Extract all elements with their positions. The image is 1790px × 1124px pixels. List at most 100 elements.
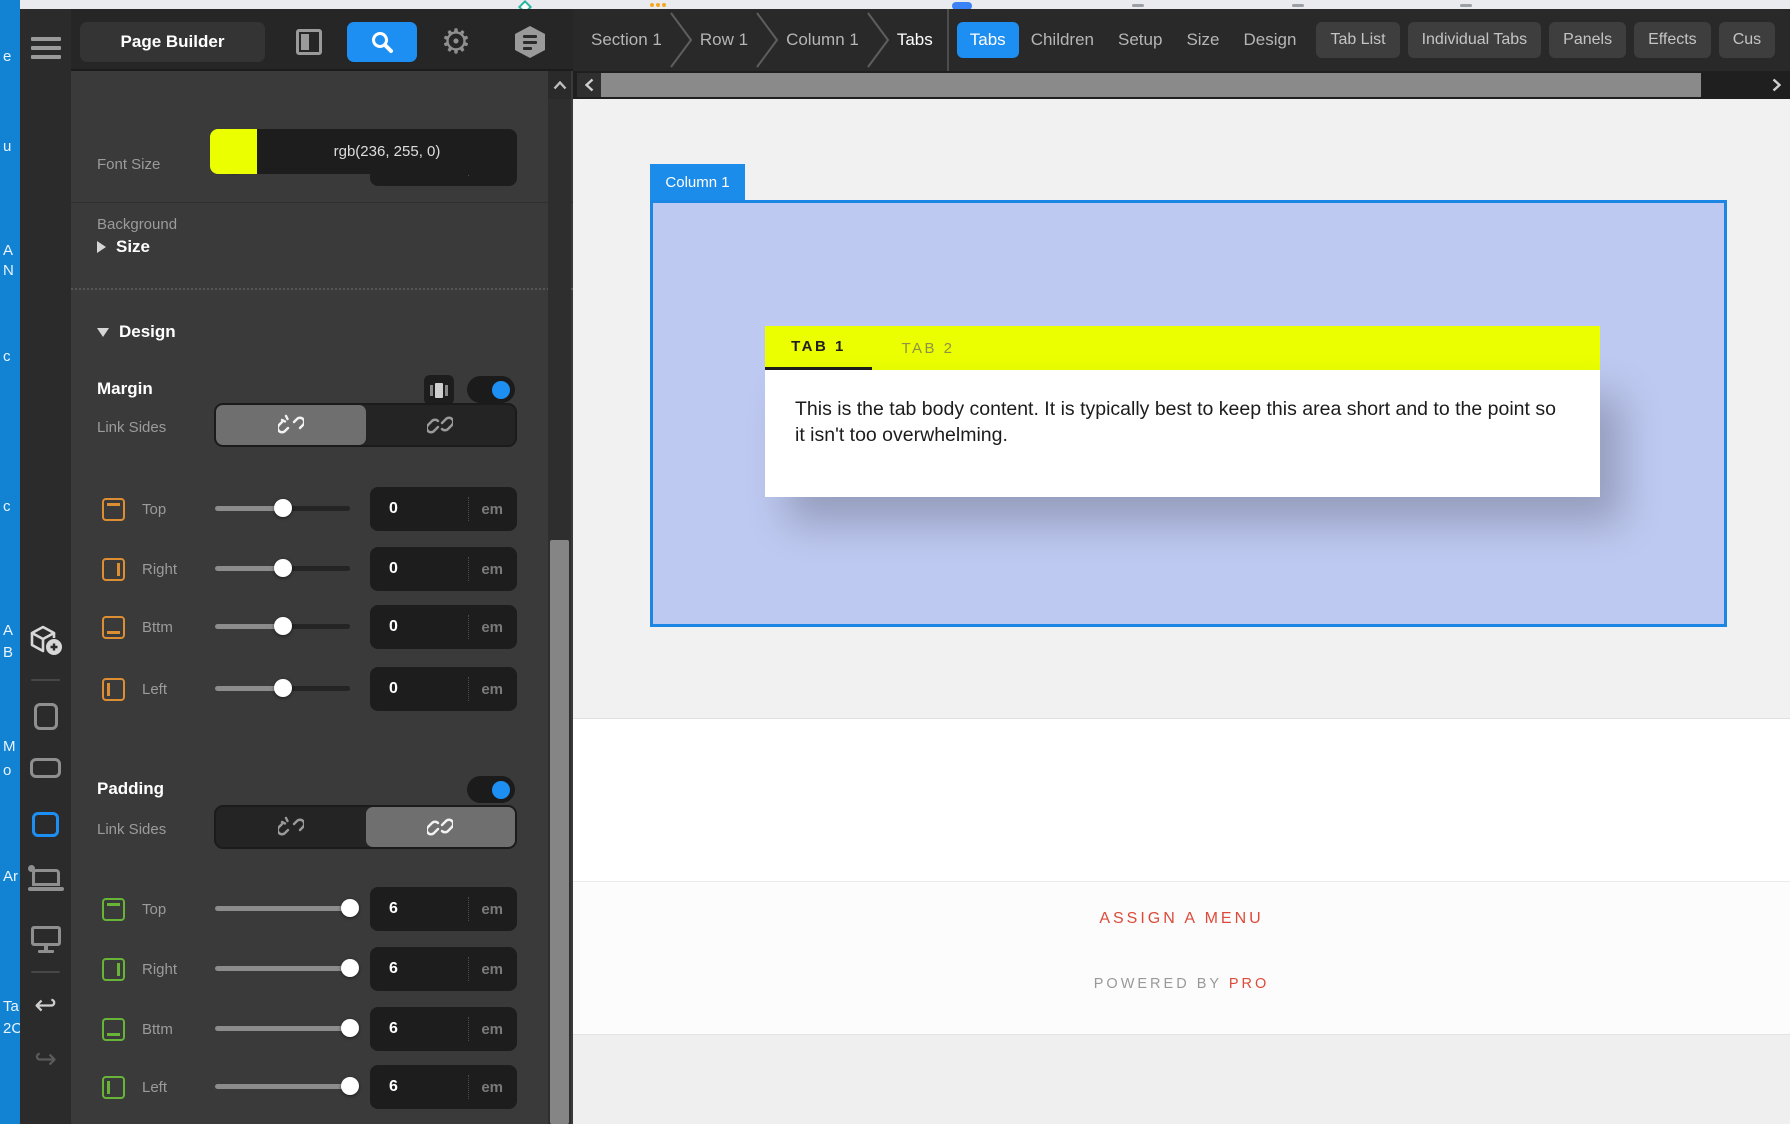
search-icon (372, 32, 393, 53)
tab-panels[interactable]: Panels (1549, 22, 1627, 58)
padding-right-value[interactable]: 6 (389, 960, 468, 978)
tabs-element-panel[interactable]: This is the tab body content. It is typi… (765, 370, 1600, 497)
settings-gear-icon[interactable]: ⚙ (433, 22, 479, 62)
canvas-horizontal-scrollbar[interactable] (573, 71, 1790, 99)
breadcrumb-tabs[interactable]: Tabs (897, 30, 933, 50)
padding-top-slider[interactable] (215, 899, 359, 917)
page-builder-button[interactable]: Page Builder (80, 22, 265, 62)
scroll-up-icon[interactable] (548, 71, 571, 99)
tab-design[interactable]: Design (1244, 30, 1297, 50)
breakpoint-tablet-icon[interactable] (20, 755, 71, 781)
tab-effects[interactable]: Effects (1634, 22, 1711, 58)
margin-bottom-value[interactable]: 0 (389, 618, 468, 636)
padding-top-unit[interactable]: em (481, 901, 503, 918)
builder-icon-sidebar: ↩ ↪ (20, 9, 71, 1124)
tab-size[interactable]: Size (1186, 30, 1219, 50)
tab-children[interactable]: Children (1031, 30, 1094, 50)
padding-bottom-value-box[interactable]: 6 em (370, 1007, 517, 1051)
tab-2[interactable]: TAB 2 (872, 326, 984, 370)
padding-left-label: Left (142, 1079, 168, 1096)
sidebar-divider (31, 971, 60, 973)
search-button[interactable] (347, 22, 417, 62)
padding-left-slider[interactable] (215, 1077, 359, 1095)
margin-top-unit[interactable]: em (481, 501, 503, 518)
breadcrumb-column[interactable]: Column 1 (786, 30, 859, 50)
margin-left-value[interactable]: 0 (389, 680, 468, 698)
size-section-header[interactable]: Size (97, 237, 150, 257)
breadcrumb-row[interactable]: Row 1 (700, 30, 748, 50)
tab-setup[interactable]: Setup (1118, 30, 1162, 50)
margin-right-value[interactable]: 0 (389, 560, 468, 578)
padding-right-value-box[interactable]: 6 em (370, 947, 517, 991)
chevron-right-icon (754, 9, 780, 71)
padding-top-label: Top (142, 901, 167, 918)
padding-bottom-slider[interactable] (215, 1019, 359, 1037)
unlink-sides-button[interactable] (216, 807, 366, 847)
panel-scrollbar[interactable] (548, 71, 571, 1124)
margin-left-unit[interactable]: em (481, 681, 503, 698)
selected-column-outline[interactable]: TAB 1 TAB 2 This is the tab body content… (650, 200, 1727, 627)
margin-top-value[interactable]: 0 (389, 500, 468, 518)
column-selection-label[interactable]: Column 1 (650, 164, 745, 200)
margin-bottom-slider[interactable] (215, 617, 350, 635)
background-color-swatch[interactable] (210, 129, 257, 174)
breakpoint-desktop-icon[interactable] (20, 923, 71, 955)
horizontal-scrollbar-thumb[interactable] (601, 73, 1701, 97)
padding-right-label: Right (142, 961, 178, 978)
pro-brand-link[interactable]: PRO (1229, 976, 1269, 992)
link-sides-button[interactable] (365, 807, 515, 847)
margin-left-value-box[interactable]: 0 em (370, 667, 517, 711)
margin-top-value-box[interactable]: 0 em (370, 487, 517, 531)
padding-right-unit[interactable]: em (481, 961, 503, 978)
breakpoint-notebook-icon[interactable] (20, 865, 71, 895)
margin-right-value-box[interactable]: 0 em (370, 547, 517, 591)
undo-icon[interactable]: ↩ (20, 987, 71, 1023)
tab-customize[interactable]: Cus (1718, 22, 1776, 58)
page-footer: ASSIGN A MENU POWERED BY PRO (573, 881, 1790, 1034)
padding-label: Padding (97, 779, 165, 798)
tab-tabs-active[interactable]: Tabs (956, 22, 1019, 58)
padding-right-slider[interactable] (215, 959, 359, 977)
padding-bottom-unit[interactable]: em (481, 1021, 503, 1038)
background-page-strip: e u A N c c A B M o Ar Ta 2C (0, 0, 20, 1124)
padding-left-unit[interactable]: em (481, 1079, 503, 1096)
padding-top-value[interactable]: 6 (389, 900, 468, 918)
menu-hamburger-icon[interactable] (20, 31, 71, 65)
padding-heading: Padding (97, 779, 164, 799)
margin-toggle[interactable] (467, 376, 515, 403)
templates-hexagon-icon[interactable] (507, 22, 553, 62)
scroll-left-icon[interactable] (577, 73, 601, 97)
link-sides-button[interactable] (366, 405, 516, 445)
padding-bottom-value[interactable]: 6 (389, 1020, 468, 1038)
breadcrumb-bar: Section 1 Row 1 Column 1 Tabs Tabs Child… (573, 9, 1790, 71)
design-section-header[interactable]: Design (97, 322, 176, 342)
margin-responsive-icon[interactable] (424, 375, 454, 405)
margin-bottom-value-box[interactable]: 0 em (370, 605, 517, 649)
add-element-icon[interactable] (20, 619, 71, 663)
panel-scrollbar-thumb[interactable] (550, 540, 569, 1124)
scroll-right-icon[interactable] (1764, 73, 1788, 97)
margin-bottom-unit[interactable]: em (481, 619, 503, 636)
breakpoint-phone-icon[interactable] (20, 701, 71, 731)
breadcrumb-section[interactable]: Section 1 (591, 30, 662, 50)
layout-panel-icon[interactable] (286, 22, 332, 62)
breakpoint-laptop-active-icon[interactable] (20, 809, 71, 839)
padding-bottom-label: Bttm (142, 1021, 173, 1038)
margin-right-slider[interactable] (215, 559, 350, 577)
tab-1[interactable]: TAB 1 (765, 326, 872, 370)
unlink-sides-button[interactable] (216, 405, 366, 445)
tab-individual-tabs[interactable]: Individual Tabs (1407, 22, 1542, 58)
panel-header: Page Builder ⚙ (71, 9, 573, 71)
margin-top-slider[interactable] (215, 499, 350, 517)
margin-left-slider[interactable] (215, 679, 350, 697)
padding-link-sides-control (214, 805, 517, 849)
padding-top-value-box[interactable]: 6 em (370, 887, 517, 931)
background-color-field[interactable]: rgb(236, 255, 0) (257, 129, 517, 174)
redo-icon[interactable]: ↪ (20, 1041, 71, 1077)
tab-tab-list[interactable]: Tab List (1316, 22, 1400, 58)
margin-right-unit[interactable]: em (481, 561, 503, 578)
padding-toggle[interactable] (467, 776, 515, 803)
assign-menu-link[interactable]: ASSIGN A MENU (573, 910, 1790, 928)
padding-left-value-box[interactable]: 6 em (370, 1065, 517, 1109)
padding-left-value[interactable]: 6 (389, 1078, 468, 1096)
